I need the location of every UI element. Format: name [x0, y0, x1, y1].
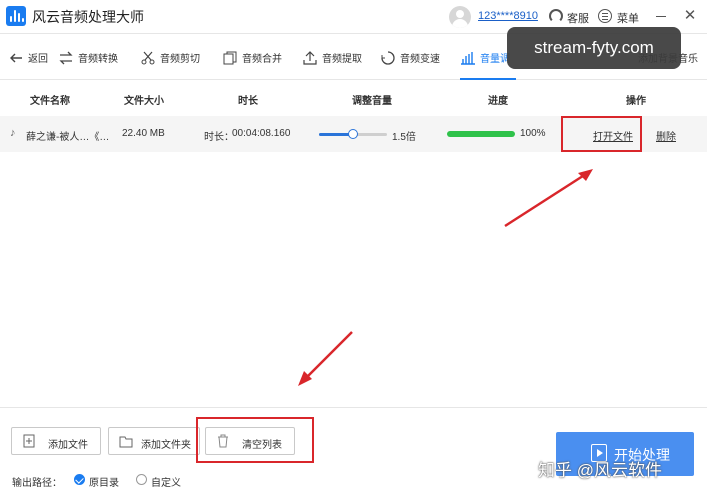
watermark-top: stream-fyty.com [507, 27, 681, 69]
volume-slider[interactable] [319, 129, 387, 139]
app-logo-icon [6, 6, 26, 26]
progress-bar-fill [447, 131, 515, 137]
radio-original-label[interactable]: 原目录 [89, 474, 119, 489]
watermark-bottom: 知乎 @风云软件 [538, 461, 662, 480]
header-file-name: 文件名称 [30, 96, 70, 107]
file-size: 22.40 MB [122, 128, 165, 139]
duration-value: 00:04:08.160 [232, 128, 291, 139]
merge-icon [223, 51, 237, 64]
convert-icon [59, 51, 73, 64]
volume-slider-handle[interactable] [348, 129, 358, 139]
back-button[interactable]: 返回 [8, 35, 48, 80]
music-note-icon: ♪ [10, 127, 16, 139]
scissors-icon [141, 51, 155, 64]
tab-audio-merge[interactable]: 音频合并 [222, 35, 282, 80]
menu-icon[interactable] [598, 9, 612, 23]
arrow-left-icon [10, 53, 22, 62]
back-label: 返回 [28, 54, 48, 65]
headset-icon[interactable] [549, 9, 563, 23]
annotation-highlight-clear-list [196, 417, 314, 463]
tab-label: 音量调 [480, 54, 510, 65]
add-folder-label: 添加文件夹 [141, 440, 191, 451]
progress-bar [447, 131, 515, 137]
app-title: 风云音频处理大师 [32, 9, 144, 25]
avatar[interactable] [449, 6, 471, 28]
file-add-icon [23, 434, 35, 448]
close-button[interactable]: ✕ [682, 8, 698, 24]
tab-label: 音频剪切 [160, 54, 200, 65]
header-progress: 进度 [488, 96, 508, 107]
radio-custom-label[interactable]: 自定义 [151, 474, 181, 489]
annotation-highlight-open-file [561, 116, 642, 152]
service-button[interactable]: 客服 [567, 10, 589, 26]
output-path-label: 输出路径： [12, 478, 62, 489]
bottom-divider [0, 407, 707, 408]
progress-value: 100% [520, 128, 546, 139]
add-folder-button[interactable]: 添加文件夹 [108, 427, 200, 455]
add-file-button[interactable]: 添加文件 [11, 427, 101, 455]
menu-button[interactable]: 菜单 [617, 10, 639, 26]
table-header: 文件名称 文件大小 时长 调整音量 进度 操作 [0, 86, 707, 112]
file-name: 薛之谦-被人…《… [26, 132, 110, 143]
delete-link[interactable]: 删除 [656, 128, 676, 143]
tab-label: 音频合并 [242, 54, 282, 65]
tab-audio-convert[interactable]: 音频转换 [58, 35, 118, 80]
radio-original-dir[interactable] [74, 474, 85, 485]
header-volume: 调整音量 [352, 96, 392, 107]
speed-icon [381, 50, 395, 65]
radio-custom[interactable] [136, 474, 147, 485]
tab-audio-extract[interactable]: 音频提取 [302, 35, 362, 80]
tab-label: 音频转换 [78, 54, 118, 65]
volume-bars-icon [461, 51, 475, 65]
minimize-button[interactable] [656, 16, 666, 17]
tab-label: 音频提取 [322, 54, 362, 65]
tab-audio-cut[interactable]: 音频剪切 [140, 35, 200, 80]
volume-value: 1.5倍 [392, 132, 416, 143]
user-id-link[interactable]: 123****8910 [478, 10, 538, 22]
add-file-label: 添加文件 [48, 440, 88, 451]
duration-label: 时长： [204, 132, 234, 143]
header-file-size: 文件大小 [124, 96, 164, 107]
tab-audio-speed[interactable]: 音频变速 [380, 35, 440, 80]
upload-icon [303, 50, 317, 65]
tab-label: 音频变速 [400, 54, 440, 65]
folder-icon [119, 436, 133, 448]
header-actions: 操作 [626, 96, 646, 107]
header-duration: 时长 [238, 96, 258, 107]
